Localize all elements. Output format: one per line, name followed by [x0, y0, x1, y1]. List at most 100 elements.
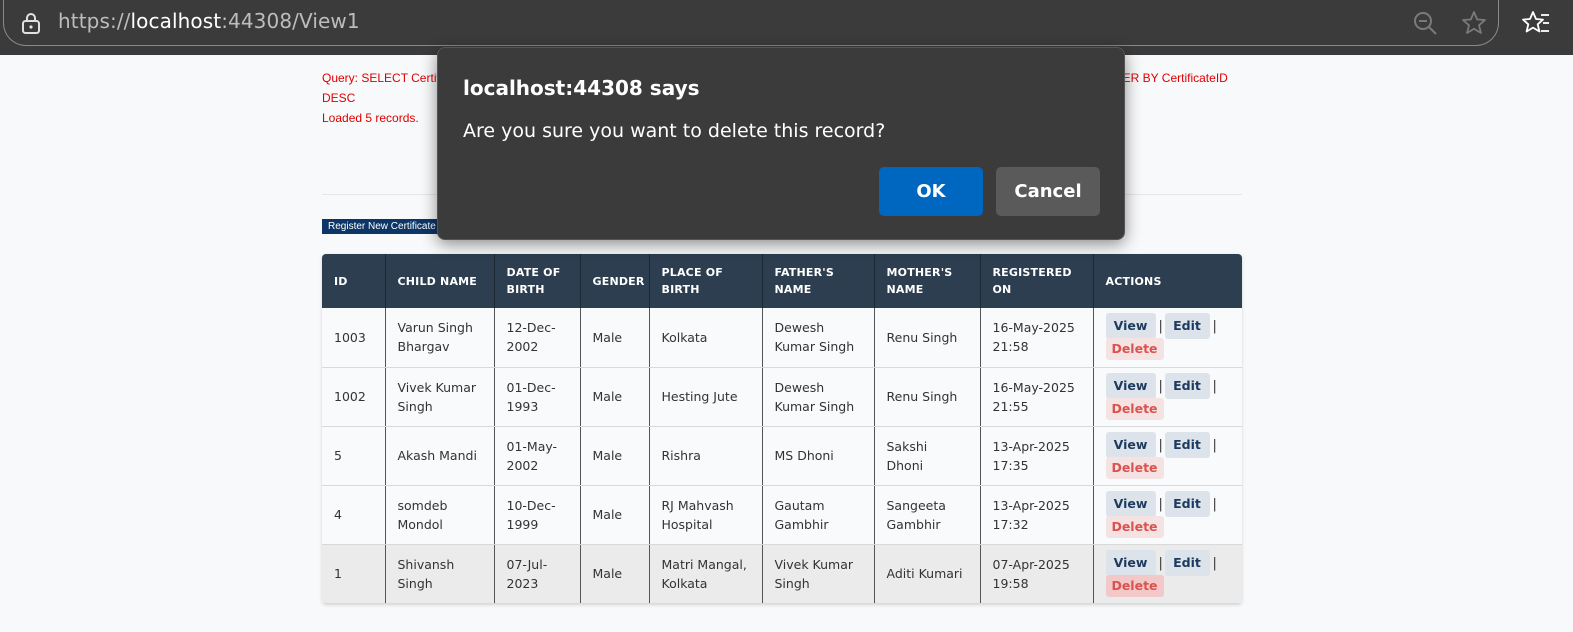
favorite-star-icon[interactable]: [1460, 9, 1488, 37]
cell-father: Vivek Kumar Singh: [762, 544, 875, 604]
cell-place: RJ Mahvash Hospital: [649, 485, 763, 545]
cell-id: 4: [322, 485, 386, 545]
cell-actions: View | Edit | Delete: [1093, 485, 1242, 545]
cell-id: 1003: [322, 308, 386, 368]
cell-registered: 16-May-2025 21:55: [980, 367, 1094, 427]
cell-gender: Male: [580, 367, 650, 427]
edit-button[interactable]: Edit: [1164, 549, 1210, 576]
cell-dob: 10-Dec-1999: [494, 485, 581, 545]
table-row: 5 Akash Mandi 01-May-2002 Male Rishra MS…: [322, 426, 1242, 486]
cell-mother: Renu Singh: [874, 367, 981, 427]
view-button[interactable]: View: [1105, 549, 1156, 576]
cell-gender: Male: [580, 426, 650, 486]
header-mothers-name[interactable]: MOTHER'S NAME: [874, 254, 981, 308]
header-place-of-birth[interactable]: PLACE OF BIRTH: [649, 254, 763, 308]
cell-father: Dewesh Kumar Singh: [762, 367, 875, 427]
dialog-message: Are you sure you want to delete this rec…: [463, 120, 886, 142]
edit-button[interactable]: Edit: [1164, 490, 1210, 517]
header-child-name[interactable]: CHILD NAME: [385, 254, 495, 308]
cell-actions: View | Edit | Delete: [1093, 544, 1242, 604]
cell-father: Gautam Gambhir: [762, 485, 875, 545]
delete-button[interactable]: Delete: [1105, 397, 1164, 420]
edit-button[interactable]: Edit: [1164, 372, 1210, 399]
cell-father: MS Dhoni: [762, 426, 875, 486]
cell-dob: 01-May-2002: [494, 426, 581, 486]
cell-id: 5: [322, 426, 386, 486]
cell-place: Matri Mangal, Kolkata: [649, 544, 763, 604]
cell-child-name: somdeb Mondol: [385, 485, 495, 545]
separator: |: [1212, 319, 1217, 335]
cancel-button[interactable]: Cancel: [996, 167, 1100, 216]
header-id[interactable]: ID: [322, 254, 386, 308]
header-gender[interactable]: GENDER: [580, 254, 650, 308]
header-date-of-birth[interactable]: DATE OF BIRTH: [494, 254, 581, 308]
edit-button[interactable]: Edit: [1164, 313, 1210, 340]
delete-button[interactable]: Delete: [1105, 456, 1164, 479]
zoom-out-icon[interactable]: [1412, 10, 1438, 36]
cell-mother: Sakshi Dhoni: [874, 426, 981, 486]
cell-registered: 13-Apr-2025 17:35: [980, 426, 1094, 486]
separator: |: [1212, 555, 1217, 571]
register-new-certificate-button[interactable]: Register New Certificate: [322, 219, 444, 234]
view-button[interactable]: View: [1105, 372, 1156, 399]
cell-mother: Aditi Kumari: [874, 544, 981, 604]
url-text[interactable]: https://localhost:44308/View1: [58, 9, 360, 33]
dialog-title: localhost:44308 says: [463, 76, 700, 100]
cell-id: 1002: [322, 367, 386, 427]
separator: |: [1158, 319, 1163, 335]
cell-mother: Sangeeta Gambhir: [874, 485, 981, 545]
header-registered-on[interactable]: REGISTERED ON: [980, 254, 1094, 308]
cell-place: Rishra: [649, 426, 763, 486]
loaded-status: Loaded 5 records.: [322, 111, 419, 125]
cell-gender: Male: [580, 485, 650, 545]
query-text-end: DER BY CertificateID: [1114, 71, 1228, 85]
cell-dob: 07-Jul-2023: [494, 544, 581, 604]
cell-child-name: Shivansh Singh: [385, 544, 495, 604]
cell-gender: Male: [580, 308, 650, 368]
lock-icon[interactable]: [20, 11, 42, 35]
view-button[interactable]: View: [1105, 490, 1156, 517]
header-actions: ACTIONS: [1093, 254, 1242, 308]
cell-mother: Renu Singh: [874, 308, 981, 368]
separator: |: [1158, 437, 1163, 453]
address-bar[interactable]: https://localhost:44308/View1: [3, 0, 1499, 46]
ok-button[interactable]: OK: [879, 167, 983, 216]
cell-dob: 12-Dec-2002: [494, 308, 581, 368]
header-fathers-name[interactable]: FATHER'S NAME: [762, 254, 875, 308]
favorites-icon[interactable]: [1521, 9, 1551, 37]
cell-gender: Male: [580, 544, 650, 604]
cell-child-name: Akash Mandi: [385, 426, 495, 486]
delete-button[interactable]: Delete: [1105, 338, 1164, 361]
cell-father: Dewesh Kumar Singh: [762, 308, 875, 368]
query-text: Query: SELECT Certific: [322, 71, 449, 85]
separator: |: [1158, 496, 1163, 512]
cell-dob: 01-Dec-1993: [494, 367, 581, 427]
cell-actions: View | Edit | Delete: [1093, 308, 1242, 368]
certificates-table: ID CHILD NAME DATE OF BIRTH GENDER PLACE…: [322, 254, 1242, 604]
edit-button[interactable]: Edit: [1164, 431, 1210, 458]
cell-registered: 07-Apr-2025 19:58: [980, 544, 1094, 604]
separator: |: [1212, 496, 1217, 512]
separator: |: [1158, 378, 1163, 394]
view-button[interactable]: View: [1105, 313, 1156, 340]
table-header-row: ID CHILD NAME DATE OF BIRTH GENDER PLACE…: [322, 254, 1242, 308]
cell-registered: 16-May-2025 21:58: [980, 308, 1094, 368]
cell-registered: 13-Apr-2025 17:32: [980, 485, 1094, 545]
cell-place: Hesting Jute: [649, 367, 763, 427]
separator: |: [1158, 555, 1163, 571]
query-text-desc: DESC: [322, 91, 356, 105]
table-row-highlighted: 1 Shivansh Singh 07-Jul-2023 Male Matri …: [322, 544, 1242, 604]
table-row: 1003 Varun Singh Bhargav 12-Dec-2002 Mal…: [322, 308, 1242, 368]
delete-button[interactable]: Delete: [1105, 515, 1164, 538]
table-row: 4 somdeb Mondol 10-Dec-1999 Male RJ Mahv…: [322, 485, 1242, 545]
delete-button[interactable]: Delete: [1105, 574, 1164, 597]
confirm-dialog: localhost:44308 says Are you sure you wa…: [437, 47, 1125, 240]
separator: |: [1212, 378, 1217, 394]
cell-id: 1: [322, 544, 386, 604]
view-button[interactable]: View: [1105, 431, 1156, 458]
cell-place: Kolkata: [649, 308, 763, 368]
separator: |: [1212, 437, 1217, 453]
cell-child-name: Vivek Kumar Singh: [385, 367, 495, 427]
table-row: 1002 Vivek Kumar Singh 01-Dec-1993 Male …: [322, 367, 1242, 427]
cell-actions: View | Edit | Delete: [1093, 426, 1242, 486]
